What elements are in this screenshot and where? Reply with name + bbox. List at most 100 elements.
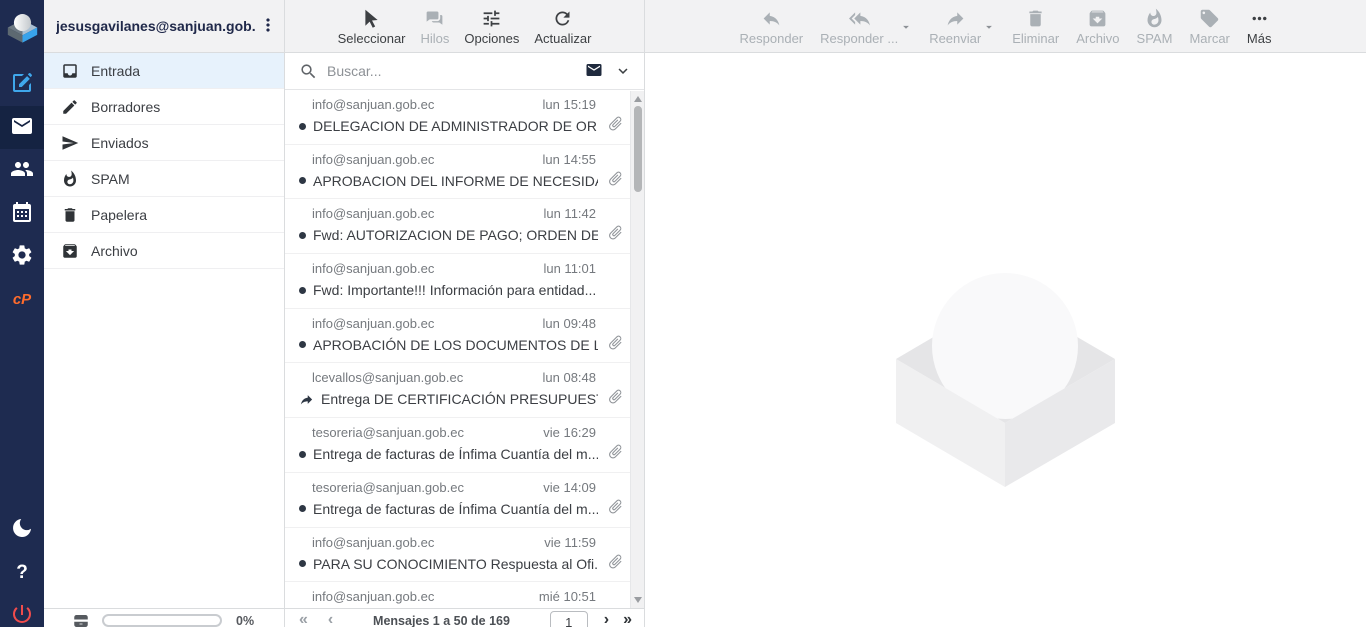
unread-dot-icon	[299, 450, 306, 458]
message-subject: PARA SU CONOCIMIENTO Respuesta al Ofi...	[313, 555, 598, 572]
threads-button[interactable]: Hilos	[421, 7, 449, 46]
cpanel-icon: cP	[12, 291, 32, 308]
page-number-input[interactable]	[549, 611, 588, 627]
search-expand-button[interactable]	[614, 62, 632, 80]
message-row[interactable]: info@sanjuan.gob.ec lun 11:01 Fwd: Impor…	[285, 254, 630, 309]
roundcube-watermark-icon	[896, 273, 1115, 487]
send-icon	[61, 134, 79, 152]
scrollbar-up-arrow-icon[interactable]	[634, 96, 642, 102]
message-sender: lcevallos@sanjuan.gob.ec	[312, 370, 464, 386]
mark-button[interactable]: Marcar	[1189, 7, 1230, 46]
roundcube-logo-icon	[7, 13, 37, 43]
message-sender: info@sanjuan.gob.ec	[312, 151, 435, 167]
message-sender: tesoreria@sanjuan.gob.ec	[312, 425, 464, 441]
message-row[interactable]: info@sanjuan.gob.ec vie 11:59 PARA SU CO…	[285, 528, 630, 583]
unread-dot-icon	[299, 286, 306, 294]
sidebar: jesusgavilanes@sanjuan.gob.... Entrada B…	[44, 0, 285, 627]
next-page-button[interactable]: ›	[604, 611, 609, 627]
message-subject: Fwd: Importante!!! Información para enti…	[313, 282, 597, 299]
message-date: lun 11:42	[543, 206, 596, 222]
unread-dot-icon	[299, 560, 306, 567]
taskbar: cP ?	[0, 0, 44, 627]
select-button[interactable]: Seleccionar	[338, 7, 406, 46]
spam-button[interactable]: SPAM	[1137, 7, 1172, 46]
message-row[interactable]: lcevallos@sanjuan.gob.ec lun 08:48 Entre…	[285, 363, 630, 419]
pencil-icon	[61, 98, 79, 116]
options-button[interactable]: Opciones	[464, 7, 519, 46]
pagination-bar: « ‹ Mensajes 1 a 50 de 169 › »	[285, 608, 644, 627]
power-icon	[10, 602, 34, 627]
message-row[interactable]: info@sanjuan.gob.ec lun 14:55 APROBACION…	[285, 145, 630, 200]
flame-icon	[61, 170, 79, 188]
message-row[interactable]: tesoreria@sanjuan.gob.ec vie 16:29 Entre…	[285, 418, 630, 473]
forward-button[interactable]: Reenviar	[929, 7, 993, 46]
scrollbar-down-arrow-icon[interactable]	[634, 597, 642, 603]
reply-button[interactable]: Responder	[740, 7, 803, 46]
settings-nav-button[interactable]	[0, 235, 44, 278]
search-icon	[299, 62, 318, 81]
compose-nav-button[interactable]	[0, 63, 44, 106]
account-menu-button[interactable]	[256, 14, 280, 38]
question-icon: ?	[16, 561, 28, 583]
archive-button[interactable]: Archivo	[1076, 7, 1120, 46]
first-page-button[interactable]: «	[299, 611, 308, 627]
last-page-button[interactable]: »	[623, 611, 632, 627]
archive-icon	[61, 242, 79, 260]
mail-view-pane: Responder Responder ... Reenviar Elimina…	[645, 0, 1366, 627]
sidebar-item-spam[interactable]: SPAM	[44, 161, 284, 197]
contacts-nav-button[interactable]	[0, 149, 44, 192]
logout-button[interactable]	[0, 594, 44, 627]
sidebar-item-sent[interactable]: Enviados	[44, 125, 284, 161]
message-subject: APROBACIÓN DE LOS DOCUMENTOS DE LA...	[313, 336, 598, 353]
sidebar-item-drafts[interactable]: Borradores	[44, 89, 284, 125]
roundcube-logo[interactable]	[0, 5, 44, 49]
chevron-down-icon	[614, 68, 632, 83]
message-date: vie 11:59	[544, 534, 596, 550]
mail-nav-button[interactable]	[0, 106, 44, 149]
message-row[interactable]: info@sanjuan.gob.ec mié 10:51	[285, 582, 630, 608]
sidebar-item-archive[interactable]: Archivo	[44, 233, 284, 269]
message-subject: Entrega de facturas de Ínfima Cuantía de…	[313, 500, 598, 517]
message-sender: info@sanjuan.gob.ec	[312, 261, 435, 277]
scrollbar-thumb[interactable]	[634, 106, 642, 192]
search-bar	[285, 53, 644, 90]
sidebar-item-inbox[interactable]: Entrada	[44, 53, 284, 89]
dropdown-caret-icon[interactable]	[899, 20, 913, 34]
message-sender: info@sanjuan.gob.ec	[312, 315, 435, 331]
message-row[interactable]: tesoreria@sanjuan.gob.ec vie 14:09 Entre…	[285, 473, 630, 528]
dropdown-caret-icon[interactable]	[982, 20, 996, 34]
message-row[interactable]: info@sanjuan.gob.ec lun 11:42 Fwd: AUTOR…	[285, 199, 630, 255]
more-button[interactable]: Más	[1247, 7, 1271, 46]
message-date: vie 14:09	[543, 479, 596, 495]
search-scope-button[interactable]	[583, 61, 605, 81]
reply-all-button[interactable]: Responder ...	[820, 7, 910, 46]
list-scrollbar[interactable]	[630, 91, 644, 608]
calendar-nav-button[interactable]	[0, 192, 44, 235]
contacts-icon	[10, 157, 34, 184]
flame-icon	[1144, 7, 1165, 29]
message-list: info@sanjuan.gob.ec lun 15:19 DELEGACION…	[285, 90, 630, 608]
refresh-icon	[552, 7, 573, 29]
moon-icon	[10, 516, 34, 543]
cpanel-nav-button[interactable]: cP	[0, 278, 44, 321]
compose-icon	[10, 71, 34, 98]
message-subject: Entrega DE CERTIFICACIÓN PRESUPUESTA...	[321, 391, 598, 408]
sidebar-item-trash[interactable]: Papelera	[44, 197, 284, 233]
message-row[interactable]: info@sanjuan.gob.ec lun 09:48 APROBACIÓN…	[285, 309, 630, 364]
cursor-icon	[361, 7, 382, 29]
message-subject: Fwd: AUTORIZACION DE PAGO; ORDEN DE ...	[313, 227, 598, 244]
archive-icon	[1087, 7, 1108, 29]
message-date: lun 15:19	[542, 97, 597, 112]
sliders-icon	[481, 7, 502, 29]
help-button[interactable]: ?	[0, 551, 44, 594]
refresh-button[interactable]: Actualizar	[534, 7, 591, 46]
dark-mode-button[interactable]	[0, 508, 44, 551]
message-date: lun 11:01	[543, 261, 596, 277]
message-sender: info@sanjuan.gob.ec	[312, 589, 435, 605]
inbox-icon	[61, 62, 79, 80]
disk-icon	[72, 612, 90, 627]
delete-button[interactable]: Eliminar	[1012, 7, 1059, 46]
search-input[interactable]	[327, 63, 574, 79]
message-row[interactable]: info@sanjuan.gob.ec lun 15:19 DELEGACION…	[285, 90, 630, 145]
message-subject: DELEGACION DE ADMINISTRADOR DE ORD...	[313, 118, 598, 134]
